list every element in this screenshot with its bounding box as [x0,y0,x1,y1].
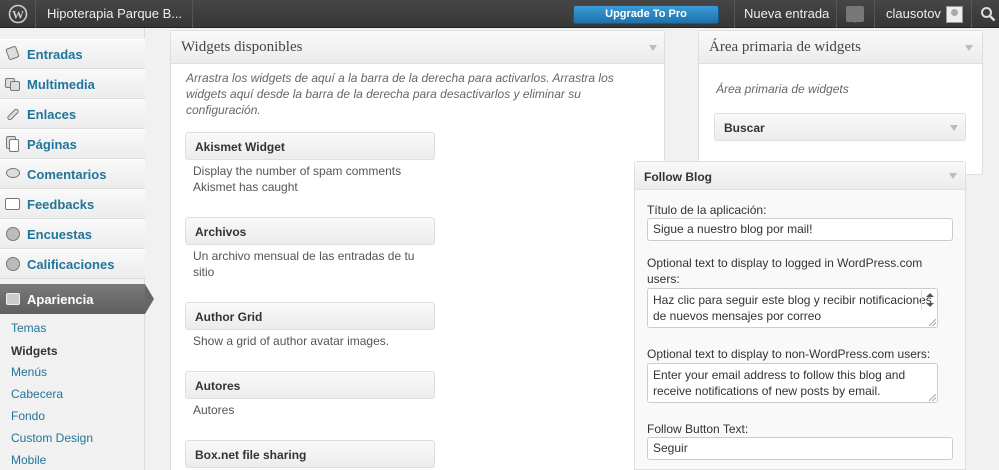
sidebar-item-label: Enlaces [27,106,77,122]
sidebar-item-paginas[interactable]: Páginas [0,129,145,159]
widget-title: Buscar [724,121,765,135]
sidebar-item-apariencia[interactable]: Apariencia [0,284,154,314]
link-icon [4,105,22,123]
widget-archivos[interactable]: Archivos [185,217,435,245]
button-text-input[interactable]: Seguir [647,437,953,460]
sidebar-item-label: Multimedia [27,76,95,92]
sidebar-item-label: Entradas [27,46,83,62]
pages-icon [4,135,22,153]
expand-arrow-icon[interactable] [950,125,958,131]
textarea-content: Enter your email address to follow this … [653,368,906,398]
site-name-link[interactable]: Hipoterapia Parque B... [37,0,193,28]
search-icon[interactable] [980,6,996,22]
panel-title: Widgets disponibles [181,39,303,55]
widget-description: Display the number of spam comments Akis… [193,164,402,194]
panel-title: Área primaria de widgets [709,39,862,55]
divider [836,0,837,28]
svg-text:W: W [12,8,24,22]
widget-author-grid[interactable]: Author Grid [185,302,435,330]
widget-description: Autores [193,403,235,417]
submenu-custom-design[interactable]: Custom Design [11,431,93,445]
available-widgets-description: Arrastra los widgets de aquí a la barra … [186,71,614,117]
admin-bar: W Hipoterapia Parque B... Upgrade To Pro… [0,0,999,28]
collapse-arrow-icon[interactable] [649,45,657,51]
notification-icon[interactable] [846,6,864,23]
primary-widget-area-header[interactable]: Área primaria de widgets [699,31,982,64]
divider [874,0,875,28]
submenu-fondo[interactable]: Fondo [11,409,45,423]
widget-akismet[interactable]: Akismet Widget [185,132,435,160]
sidebar-item-entradas[interactable]: Entradas [0,39,145,69]
user-menu[interactable]: clausotov [886,0,941,28]
sidebar-item-calificaciones[interactable]: Calificaciones [0,249,145,279]
sidebar-item-label: Feedbacks [27,196,95,212]
submenu-mobile[interactable]: Mobile [11,453,46,467]
sidebar-item-label: Apariencia [27,291,94,307]
widget-description: Un archivo mensual de las entradas de tu… [193,249,415,279]
admin-sidebar: Entradas Multimedia Enlaces Páginas Come… [0,28,154,470]
divider [971,0,972,28]
follow-blog-header[interactable]: Follow Blog [635,162,965,190]
logged-in-text-area[interactable]: Haz clic para seguir este blog y recibir… [647,288,938,328]
button-text-label: Follow Button Text: [647,422,749,436]
sidebar-item-comentarios[interactable]: Comentarios [0,159,145,189]
app-title-input[interactable]: Sigue a nuestro blog por mail! [647,218,953,241]
comment-icon [4,165,22,183]
widget-description: Show a grid of author avatar images. [193,334,390,348]
divider [734,0,735,28]
widget-buscar[interactable]: Buscar [714,113,966,141]
collapse-arrow-icon[interactable] [965,45,973,51]
pin-icon [4,45,22,63]
collapse-arrow-icon[interactable] [949,173,957,179]
sidebar-item-encuestas[interactable]: Encuestas [0,219,145,249]
resize-handle-icon[interactable] [929,394,936,401]
sidebar-item-label: Páginas [27,136,77,152]
new-entry-link[interactable]: Nueva entrada [744,0,829,28]
sidebar-item-feedbacks[interactable]: Feedbacks [0,189,145,219]
resize-handle-icon[interactable] [929,319,936,326]
non-logged-text-area[interactable]: Enter your email address to follow this … [647,363,938,403]
media-icon [4,75,22,93]
submenu-widgets[interactable]: Widgets [11,344,58,358]
logged-in-text-label: Optional text to display to logged in Wo… [647,256,923,286]
wordpress-logo-icon[interactable]: W [0,0,36,28]
app-title-label: Título de la aplicación: [647,203,767,217]
appearance-icon [4,290,22,308]
sidebar-item-label: Comentarios [27,166,107,182]
sidebar-item-enlaces[interactable]: Enlaces [0,99,145,129]
textarea-content: Haz clic para seguir este blog y recibir… [653,293,932,323]
sidebar-item-multimedia[interactable]: Multimedia [0,69,145,99]
sidebar-item-label: Encuestas [27,226,93,242]
widget-autores[interactable]: Autores [185,371,435,399]
poll-icon [4,225,22,243]
available-widgets-header[interactable]: Widgets disponibles [171,31,664,64]
avatar[interactable] [946,6,963,23]
primary-widget-area-description: Área primaria de widgets [716,82,849,96]
submenu-menus[interactable]: Menús [11,365,47,379]
submenu-temas[interactable]: Temas [11,321,46,335]
textarea-scrollbar[interactable] [921,290,937,310]
non-logged-text-label: Optional text to display to non-WordPres… [647,347,931,361]
upgrade-button[interactable]: Upgrade To Pro [573,5,719,24]
rating-icon [4,255,22,273]
submenu-cabecera[interactable]: Cabecera [11,387,63,401]
primary-widget-area-panel: Área primaria de widgets [698,30,983,175]
feedback-icon [4,195,22,213]
sidebar-item-label: Calificaciones [27,256,115,272]
widget-box-net[interactable]: Box.net file sharing [185,440,435,468]
widget-title: Follow Blog [644,170,712,184]
